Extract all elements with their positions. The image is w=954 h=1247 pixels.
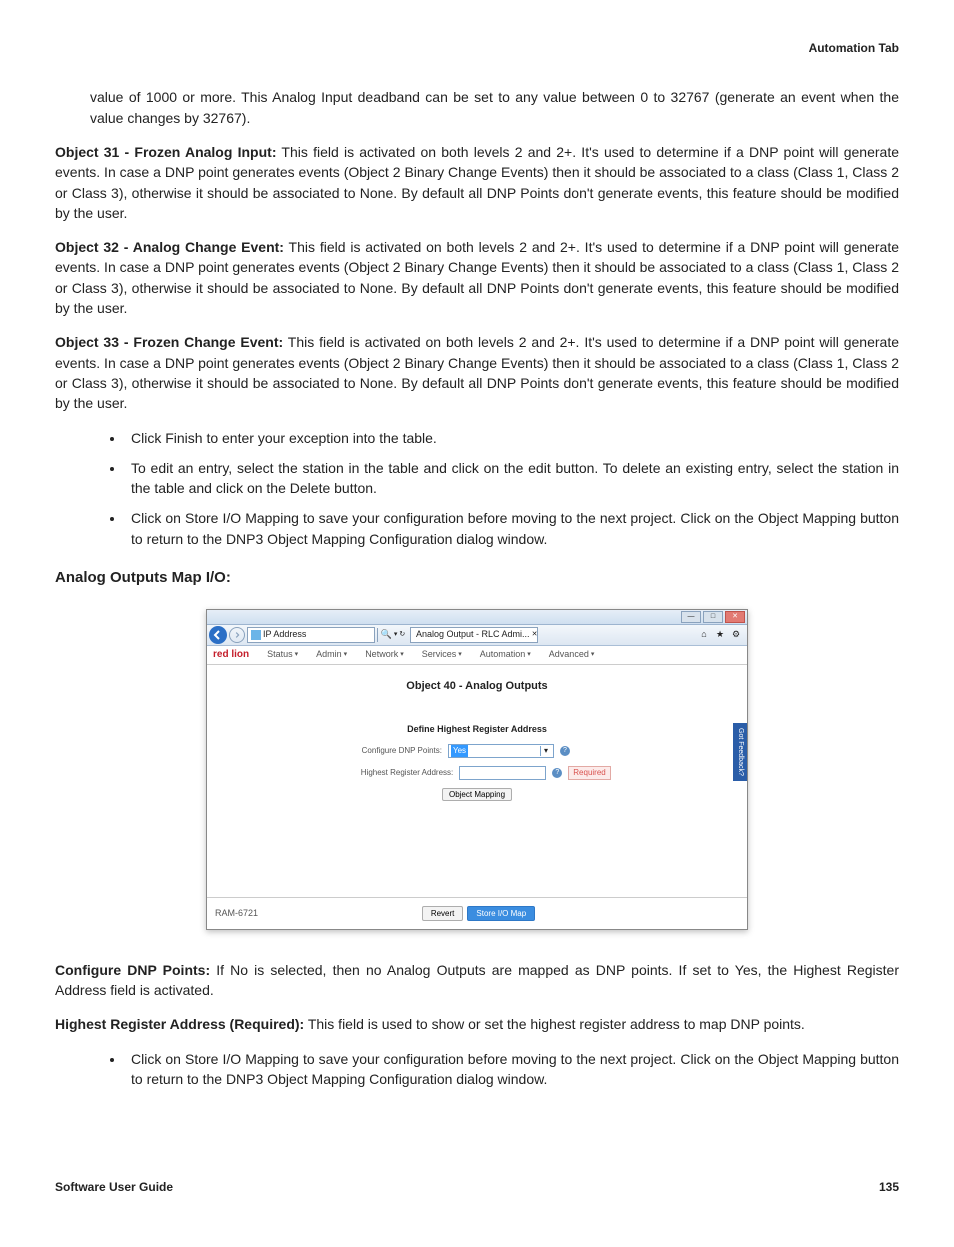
browser-action-icons: ⌂ ★ ⚙ [699, 630, 745, 640]
section-heading: Analog Outputs Map I/O: [55, 567, 899, 589]
site-icon [251, 630, 261, 640]
configure-dnp-select[interactable]: Yes ▾ [448, 744, 554, 758]
object-32-paragraph: Object 32 - Analog Change Event: This fi… [55, 237, 899, 318]
object-mapping-button[interactable]: Object Mapping [442, 788, 512, 801]
app-content: Object 40 - Analog Outputs Define Highes… [207, 665, 747, 897]
list-item: To edit an entry, select the station in … [125, 458, 899, 499]
highest-register-input[interactable] [459, 766, 546, 780]
arrow-left-icon [213, 630, 223, 640]
nav-network[interactable]: Network▾ [365, 648, 404, 661]
required-badge: Required [568, 766, 610, 780]
help-icon[interactable]: ? [560, 746, 570, 756]
configure-dnp-paragraph: Configure DNP Points: If No is selected,… [55, 960, 899, 1001]
store-io-map-button[interactable]: Store I/O Map [467, 906, 535, 921]
help-icon[interactable]: ? [552, 768, 562, 778]
page-header-tab: Automation Tab [55, 40, 899, 57]
app-window: — □ ✕ IP Address 🔍▾↻ Analog Output - RLC… [206, 609, 748, 930]
highest-register-label-text: Highest Register Address (Required): [55, 1016, 304, 1032]
address-text: IP Address [263, 628, 306, 641]
select-value: Yes [451, 745, 468, 757]
model-label: RAM-6721 [215, 907, 258, 920]
window-titlebar: — □ ✕ [207, 610, 747, 625]
logo: red lion [213, 648, 249, 663]
nav-automation[interactable]: Automation▾ [480, 648, 531, 661]
favorites-icon[interactable]: ★ [715, 630, 725, 640]
object-32-label: Object 32 - Analog Change Event: [55, 239, 284, 255]
configure-dnp-label: Configure DNP Points: [332, 745, 442, 757]
list-item: Click Finish to enter your exception int… [125, 428, 899, 448]
browser-toolbar: IP Address 🔍▾↻ Analog Output - RLC Admi.… [207, 625, 747, 646]
footer-left: Software User Guide [55, 1179, 173, 1196]
search-icon: 🔍 [381, 628, 392, 641]
maximize-button[interactable]: □ [703, 611, 723, 623]
page-footer: Software User Guide 135 [55, 1179, 899, 1196]
tab-title: Analog Output - RLC Admi... [416, 628, 530, 641]
arrow-right-icon [233, 631, 241, 639]
browser-tab[interactable]: Analog Output - RLC Admi... ✕ [410, 627, 538, 643]
list-item: Click on Store I/O Mapping to save your … [125, 508, 899, 549]
object-33-label: Object 33 - Frozen Change Event: [55, 334, 283, 350]
tab-close-icon[interactable]: ✕ [532, 630, 538, 640]
nav-status[interactable]: Status▾ [267, 648, 298, 661]
screenshot-figure: — □ ✕ IP Address 🔍▾↻ Analog Output - RLC… [55, 609, 899, 930]
revert-button[interactable]: Revert [422, 906, 464, 921]
gear-icon[interactable]: ⚙ [731, 630, 741, 640]
object-31-label: Object 31 - Frozen Analog Input: [55, 144, 276, 160]
configure-dnp-label-text: Configure DNP Points: [55, 962, 210, 978]
search-controls[interactable]: 🔍▾↻ [377, 628, 408, 642]
bullet-list-1: Click Finish to enter your exception int… [55, 428, 899, 549]
form-block: Define Highest Register Address Configur… [215, 723, 739, 801]
intro-paragraph: value of 1000 or more. This Analog Input… [90, 87, 899, 128]
highest-register-text: This field is used to show or set the hi… [304, 1016, 805, 1032]
highest-register-row: Highest Register Address: ? Required [215, 766, 739, 780]
minimize-button[interactable]: — [681, 611, 701, 623]
back-button[interactable] [209, 626, 227, 644]
form-heading: Define Highest Register Address [215, 723, 739, 736]
address-bar[interactable]: IP Address [247, 627, 375, 643]
highest-register-label: Highest Register Address: [343, 767, 453, 779]
configure-dnp-row: Configure DNP Points: Yes ▾ ? [215, 744, 739, 758]
chevron-down-icon: ▾ [540, 746, 551, 756]
app-nav-bar: red lion Status▾ Admin▾ Network▾ Service… [207, 646, 747, 665]
page-title: Object 40 - Analog Outputs [215, 679, 739, 695]
object-33-paragraph: Object 33 - Frozen Change Event: This fi… [55, 332, 899, 413]
highest-register-paragraph: Highest Register Address (Required): Thi… [55, 1014, 899, 1034]
list-item: Click on Store I/O Mapping to save your … [125, 1049, 899, 1090]
feedback-tab[interactable]: Got Feedback? [733, 723, 747, 781]
nav-admin[interactable]: Admin▾ [316, 648, 347, 661]
home-icon[interactable]: ⌂ [699, 630, 709, 640]
bullet-list-2: Click on Store I/O Mapping to save your … [55, 1049, 899, 1090]
bottom-bar: RAM-6721 Revert Store I/O Map [207, 897, 747, 929]
object-31-paragraph: Object 31 - Frozen Analog Input: This fi… [55, 142, 899, 223]
forward-button[interactable] [229, 627, 245, 643]
footer-page-number: 135 [879, 1179, 899, 1196]
nav-services[interactable]: Services▾ [422, 648, 462, 661]
close-button[interactable]: ✕ [725, 611, 745, 623]
nav-advanced[interactable]: Advanced▾ [549, 648, 595, 661]
